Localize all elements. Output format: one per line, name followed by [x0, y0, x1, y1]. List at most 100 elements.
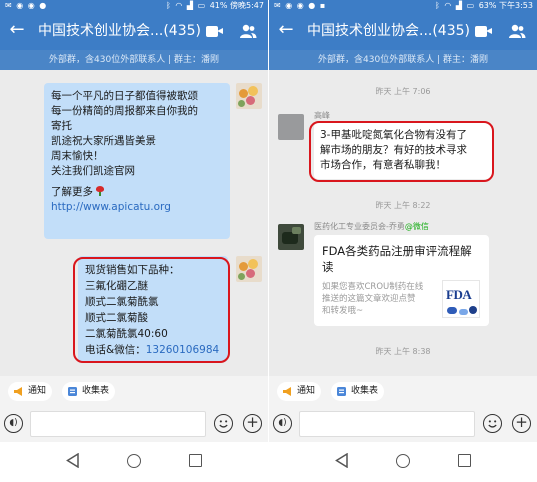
notice-label: 通知 — [28, 386, 47, 396]
card-desc-line: 如果您喜欢CROU制药在线 — [322, 282, 424, 292]
message-line: 每一个平凡的日子都值得被歌颂 — [51, 90, 198, 102]
message-list[interactable]: 每一个平凡的日子都值得被歌颂 每一份精简的周报都来自你我的 寄托 凯途祝大家所遇… — [0, 70, 268, 376]
wifi-icon: ◠ — [175, 1, 183, 10]
message-input[interactable] — [30, 411, 206, 437]
plus-icon[interactable]: + — [243, 414, 262, 433]
bluetooth-icon: ᛒ — [435, 1, 440, 10]
group-info-bar: 外部群，含430位外部联系人 | 群主：潘刚 — [0, 50, 268, 70]
card-desc-line: 推送的这篇文章欢迎点赞 — [322, 294, 416, 304]
video-call-icon[interactable] — [206, 26, 224, 37]
nav-home-icon[interactable] — [127, 454, 141, 468]
status-battery-and-time: 63% 下午3:53 — [478, 1, 533, 10]
emoji-icon[interactable] — [483, 414, 502, 433]
status-bar: ✉ ◉ ◉ ● ᛒ ◠ ▟ ▭ 41% 傍晚5:47 — [0, 0, 268, 12]
avatar[interactable] — [278, 114, 304, 140]
notice-button[interactable]: 通知 — [8, 382, 53, 401]
message-bubble[interactable]: 每一个平凡的日子都值得被歌颂 每一份精简的周报都来自你我的 寄托 凯途祝大家所遇… — [44, 83, 230, 239]
article-card[interactable]: FDA各类药品注册审评流程解 读 如果您喜欢CROU制药在线 推送的这篇文章欢迎… — [314, 235, 489, 326]
sender-name: 医药化工专业委员会-乔勇 — [314, 222, 405, 231]
quick-action-bar: 通知 收集表 — [0, 376, 268, 406]
status-bar: ✉ ◉ ◉ ● ▪ ᛒ ◠ ▟ ▭ 63% 下午3:53 — [269, 0, 537, 12]
nav-recent-icon[interactable] — [458, 454, 471, 467]
status-battery-and-time: 41% 傍晚5:47 — [209, 1, 264, 10]
message-line: 每一份精简的周报都来自你我的 — [51, 105, 198, 117]
nav-home-icon[interactable] — [396, 454, 410, 468]
highlight-annotation — [73, 257, 230, 363]
collect-form-label: 收集表 — [351, 386, 379, 396]
battery-icon: ▭ — [197, 1, 206, 10]
megaphone-icon — [14, 387, 22, 396]
message-list[interactable]: 昨天 上午 7:06 高峰 3-甲基吡啶氮氧化合物有没有了 解市场的朋友？有好的… — [269, 70, 537, 376]
status-notification-icons: ✉ ◉ ◉ ● — [5, 1, 48, 10]
collect-form-label: 收集表 — [82, 386, 110, 396]
voice-input-icon[interactable]: ◖) — [4, 414, 23, 433]
learn-more-text: 了解更多 — [51, 186, 93, 198]
timestamp: 昨天 上午 7:06 — [375, 87, 431, 96]
group-members-icon[interactable] — [508, 24, 526, 39]
chat-screen-right: ✉ ◉ ◉ ● ▪ ᛒ ◠ ▟ ▭ 63% 下午3:53 ← 中国技术创业协会.… — [269, 0, 537, 482]
message-line: 寄托 — [51, 120, 72, 132]
card-title-line: FDA各类药品注册审评流程解 — [322, 244, 472, 258]
pill-icon — [469, 306, 477, 314]
card-description: 如果您喜欢CROU制药在线 推送的这篇文章欢迎点赞 和转发哦~ — [322, 281, 423, 317]
group-members-icon[interactable] — [239, 24, 257, 39]
status-right: ᛒ ◠ ▟ ▭ 63% 下午3:53 — [435, 0, 533, 12]
sender-badge: @微信 — [404, 222, 429, 231]
chat-screen-left: ✉ ◉ ◉ ● ᛒ ◠ ▟ ▭ 41% 傍晚5:47 ← 中国技术创业协会...… — [0, 0, 268, 482]
card-title: FDA各类药品注册审评流程解 读 — [322, 243, 472, 275]
voice-input-icon[interactable]: ◖) — [273, 414, 292, 433]
message-line: 凯途祝大家所遇皆美景 — [51, 135, 156, 147]
chat-header: ← 中国技术创业协会...(435) — [269, 12, 537, 50]
chat-title: 中国技术创业协会...(435) — [307, 23, 470, 39]
thumbnail-text: FDA — [446, 287, 472, 302]
sender-name: 高峰 — [314, 111, 330, 120]
wifi-icon: ◠ — [444, 1, 452, 10]
bluetooth-icon: ᛒ — [166, 1, 171, 10]
input-bar: ◖) + — [269, 406, 537, 442]
plus-icon[interactable]: + — [512, 414, 531, 433]
chat-header: ← 中国技术创业协会...(435) — [0, 12, 268, 50]
chat-title: 中国技术创业协会...(435) — [38, 23, 201, 39]
pill-icon — [459, 309, 468, 315]
message-line: 关注我们凯途官网 — [51, 165, 135, 177]
website-link[interactable]: http://www.apicatu.org — [51, 200, 230, 215]
message-line: 周末愉快！ — [51, 150, 104, 162]
avatar[interactable] — [236, 83, 262, 109]
rose-icon — [96, 186, 105, 196]
timestamp: 昨天 上午 8:22 — [375, 201, 431, 210]
avatar[interactable] — [236, 256, 262, 282]
status-notification-icons: ✉ ◉ ◉ ● ▪ — [274, 1, 327, 10]
status-right: ᛒ ◠ ▟ ▭ 41% 傍晚5:47 — [166, 0, 264, 12]
notice-label: 通知 — [297, 386, 316, 396]
emoji-icon[interactable] — [214, 414, 233, 433]
system-nav-bar — [269, 442, 537, 482]
arrow-left-icon[interactable]: ← — [276, 17, 296, 43]
system-nav-bar — [0, 442, 268, 482]
avatar[interactable] — [278, 224, 304, 250]
sender-name-line: 医药化工专业委员会-乔勇@微信 — [314, 221, 429, 232]
card-thumbnail: FDA — [442, 280, 480, 318]
card-desc-line: 和转发哦~ — [322, 306, 364, 316]
video-call-icon[interactable] — [475, 26, 493, 37]
collect-form-icon — [337, 387, 346, 396]
notice-button[interactable]: 通知 — [277, 382, 322, 401]
pill-icon — [447, 307, 457, 314]
nav-back-icon[interactable] — [335, 453, 348, 468]
signal-icon: ▟ — [455, 1, 463, 10]
signal-icon: ▟ — [186, 1, 194, 10]
highlight-annotation — [309, 121, 494, 182]
collect-form-button[interactable]: 收集表 — [331, 382, 385, 401]
learn-more-line: 了解更多 — [51, 185, 230, 200]
nav-recent-icon[interactable] — [189, 454, 202, 467]
arrow-left-icon[interactable]: ← — [7, 17, 27, 43]
nav-back-icon[interactable] — [66, 453, 79, 468]
card-title-line: 读 — [322, 260, 334, 274]
message-input[interactable] — [299, 411, 475, 437]
collect-form-button[interactable]: 收集表 — [62, 382, 116, 401]
megaphone-icon — [283, 387, 291, 396]
collect-form-icon — [68, 387, 77, 396]
group-info-bar: 外部群，含430位外部联系人 | 群主：潘刚 — [269, 50, 537, 70]
battery-icon: ▭ — [466, 1, 475, 10]
input-bar: ◖) + — [0, 406, 268, 442]
timestamp: 昨天 上午 8:38 — [375, 347, 431, 356]
